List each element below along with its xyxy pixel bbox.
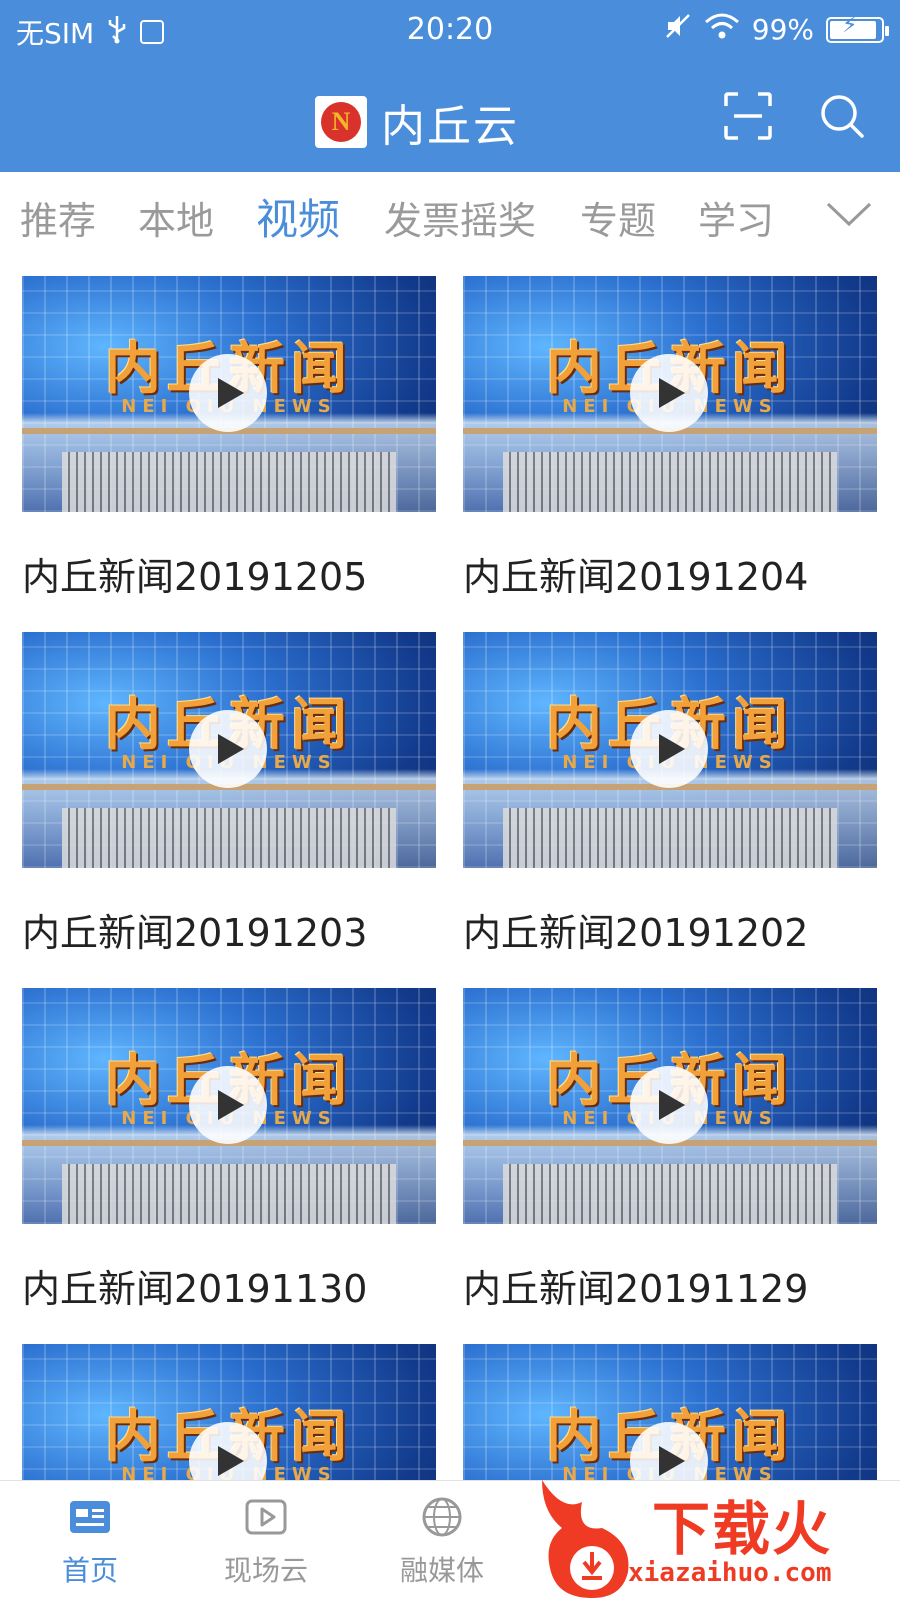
play-button[interactable] — [189, 1066, 267, 1144]
tab-topics[interactable]: 专题 — [580, 190, 656, 245]
play-button[interactable] — [630, 710, 708, 788]
watermark-text: 下载火 — [652, 1495, 833, 1563]
expand-tabs-button[interactable] — [824, 194, 874, 234]
video-title[interactable]: 内丘新闻20191202 — [463, 902, 877, 957]
tab-invoice-lottery[interactable]: 发票摇奖 — [384, 190, 536, 245]
video-thumbnail[interactable]: 内丘新闻 NEI QIU NEWS — [22, 632, 436, 868]
nav-live-cloud-label: 现场云 — [223, 1554, 308, 1587]
video-thumbnail[interactable]: 内丘新闻 NEI QIU NEWS — [22, 1344, 436, 1480]
battery-icon: ⚡ — [826, 13, 889, 43]
video-title[interactable]: 内丘新闻20191204 — [463, 546, 877, 601]
tab-study[interactable]: 学习 — [698, 190, 774, 245]
play-icon — [218, 1090, 244, 1120]
play-icon — [659, 734, 685, 764]
wifi-icon — [704, 12, 740, 47]
news-icon — [70, 1501, 110, 1533]
app-header: N 内丘云 — [0, 62, 900, 172]
video-title[interactable]: 内丘新闻20191205 — [22, 546, 436, 601]
top-bar: 无SIM 20:20 99% ⚡ N 内丘云 — [0, 0, 900, 172]
video-thumbnail[interactable]: 内丘新闻 NEI QIU NEWS — [463, 632, 877, 868]
video-card[interactable]: 内丘新闻 NEI QIU NEWS 内丘新闻20191130 — [22, 988, 436, 1313]
brand: N 内丘云 — [315, 90, 519, 154]
play-button[interactable] — [189, 710, 267, 788]
video-thumbnail[interactable]: 内丘新闻 NEI QIU NEWS — [22, 276, 436, 512]
video-title[interactable]: 内丘新闻20191129 — [463, 1258, 877, 1313]
play-icon — [659, 378, 685, 408]
mute-icon — [664, 12, 692, 47]
scan-button[interactable] — [722, 90, 774, 142]
status-bar: 无SIM 20:20 99% ⚡ — [0, 0, 900, 62]
video-thumbnail[interactable]: 内丘新闻 NEI QIU NEWS — [463, 1344, 877, 1480]
video-thumbnail[interactable]: 内丘新闻 NEI QIU NEWS — [463, 988, 877, 1224]
play-button[interactable] — [630, 1066, 708, 1144]
nav-media[interactable]: 融媒体 — [352, 1493, 532, 1589]
video-thumbnail[interactable]: 内丘新闻 NEI QIU NEWS — [22, 988, 436, 1224]
play-box-icon — [245, 1499, 287, 1535]
nav-home-label: 首页 — [61, 1554, 118, 1587]
play-icon — [659, 1090, 685, 1120]
video-card[interactable]: 内丘新闻 NEI QIU NEWS 内丘新闻20191203 — [22, 632, 436, 957]
logo-letter: N — [321, 102, 361, 142]
tab-local[interactable]: 本地 — [138, 190, 214, 245]
video-title[interactable]: 内丘新闻20191203 — [22, 902, 436, 957]
video-card[interactable]: 内丘新闻 NEI QIU NEWS — [22, 1344, 436, 1480]
search-icon — [821, 95, 864, 138]
search-button[interactable] — [816, 90, 868, 142]
watermark-url: xiazaihuo.com — [628, 1558, 832, 1588]
category-tabs: 推荐 本地 视频 发票摇奖 专题 学习 — [0, 172, 900, 262]
video-card[interactable]: 内丘新闻 NEI QIU NEWS 内丘新闻20191202 — [463, 632, 877, 957]
play-icon — [218, 734, 244, 764]
video-card[interactable]: 内丘新闻 NEI QIU NEWS 内丘新闻20191129 — [463, 988, 877, 1313]
video-card[interactable]: 内丘新闻 NEI QIU NEWS — [463, 1344, 877, 1480]
video-card[interactable]: 内丘新闻 NEI QIU NEWS 内丘新闻20191204 — [463, 276, 877, 601]
watermark: 下载火 xiazaihuo.com — [532, 1472, 900, 1600]
tab-video[interactable]: 视频 — [256, 186, 340, 247]
globe-icon — [422, 1497, 462, 1537]
play-icon — [218, 1446, 244, 1476]
play-button[interactable] — [189, 354, 267, 432]
chevron-down-icon — [826, 202, 872, 227]
scan-icon — [724, 92, 772, 140]
video-grid: 内丘新闻 NEI QIU NEWS 内丘新闻20191205 内丘新闻 NEI … — [0, 262, 900, 1480]
nav-home[interactable]: 首页 — [0, 1493, 180, 1589]
battery-percent: 99% — [751, 13, 814, 46]
play-button[interactable] — [630, 354, 708, 432]
nav-live-cloud[interactable]: 现场云 — [176, 1493, 356, 1589]
play-icon — [218, 378, 244, 408]
video-thumbnail[interactable]: 内丘新闻 NEI QIU NEWS — [463, 276, 877, 512]
app-title: 内丘云 — [381, 101, 519, 152]
tab-recommend[interactable]: 推荐 — [20, 190, 96, 245]
app-logo-icon: N — [315, 96, 367, 148]
video-title[interactable]: 内丘新闻20191130 — [22, 1258, 436, 1313]
video-card[interactable]: 内丘新闻 NEI QIU NEWS 内丘新闻20191205 — [22, 276, 436, 601]
nav-media-label: 融媒体 — [399, 1554, 484, 1587]
